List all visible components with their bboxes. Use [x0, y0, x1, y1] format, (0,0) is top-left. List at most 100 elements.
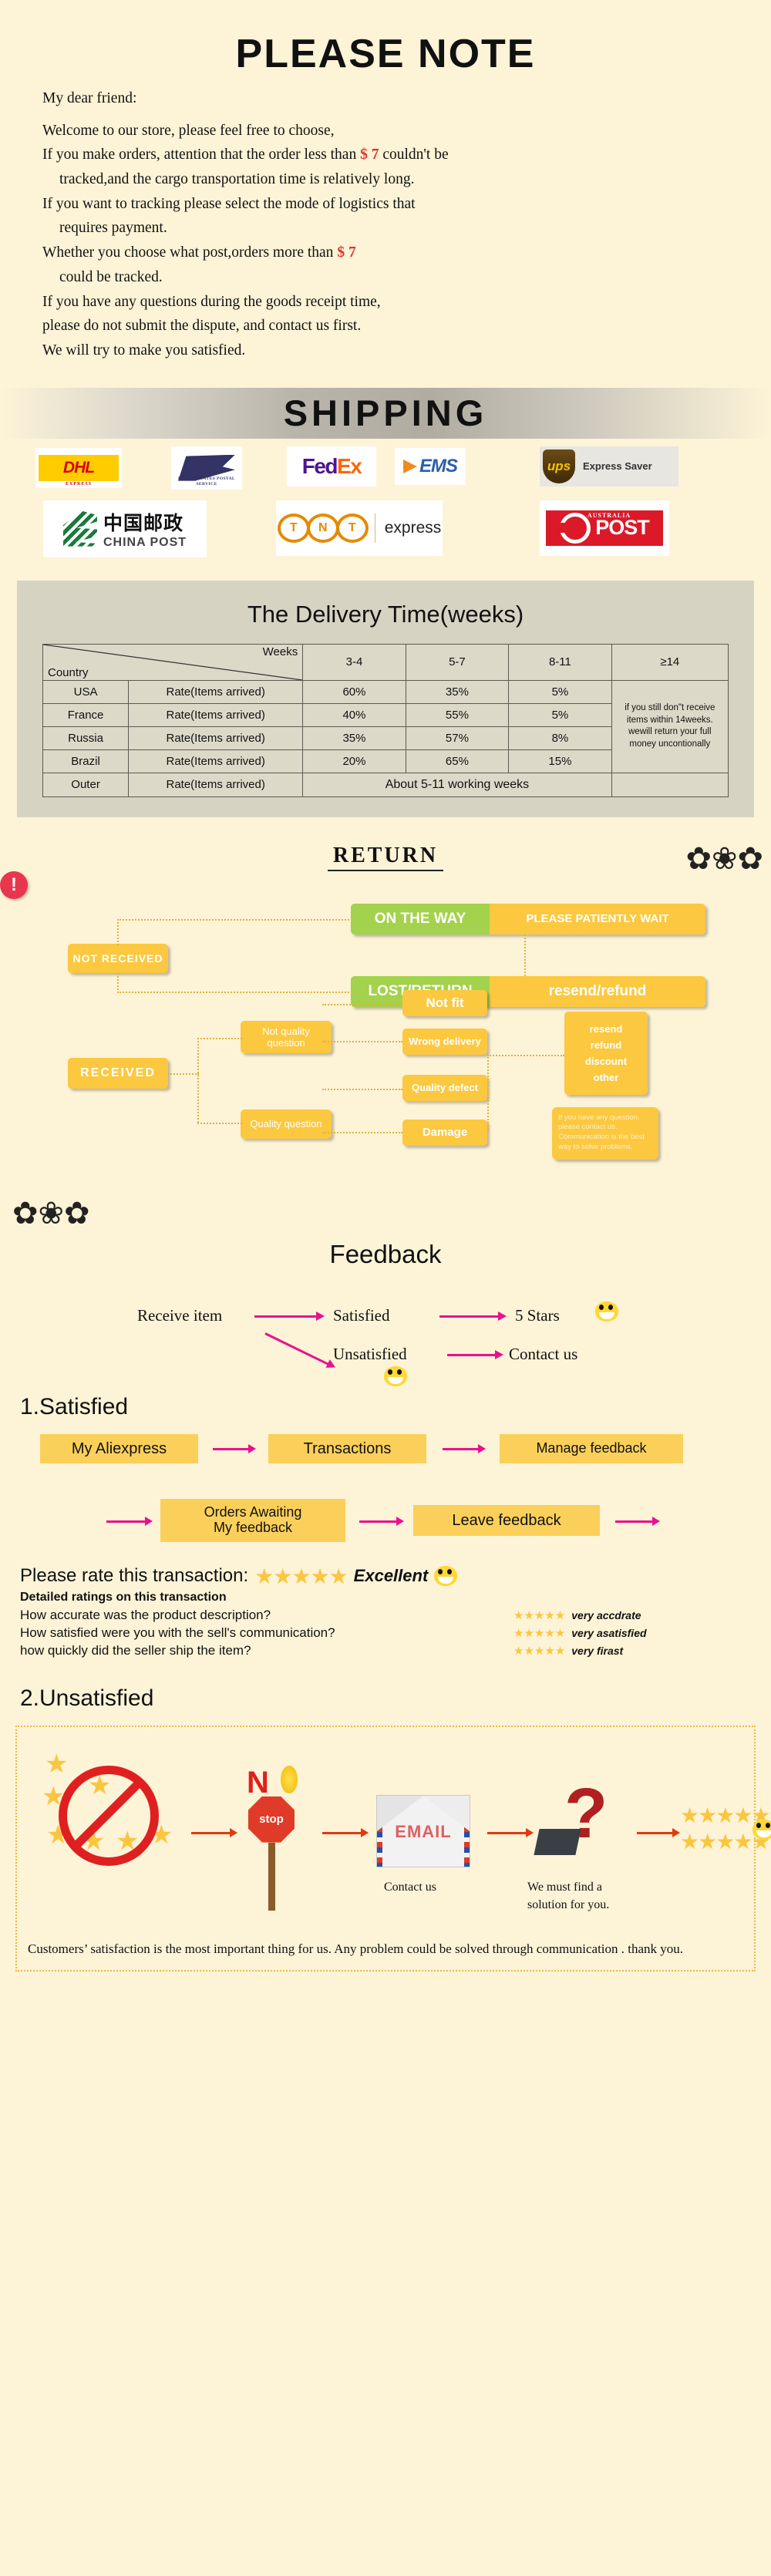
row-country-france: France: [42, 702, 130, 727]
smiley-excellent-icon: [434, 1566, 458, 1587]
ups-shield-icon: ups: [543, 449, 575, 483]
connector-ontheway-lost: [524, 934, 526, 976]
prohibition-icon: [59, 1765, 159, 1866]
laptop-icon: [534, 1828, 581, 1855]
cell-usa-8-11: 5%: [508, 679, 612, 704]
rating-stars-3[interactable]: ★★★★★: [513, 1644, 565, 1658]
header-week-5-7: 5-7: [405, 643, 510, 681]
table-row: USA Rate(Items arrived) 60% 35% 5% if yo…: [42, 679, 729, 773]
rating-question-1: How accurate was the product description…: [20, 1607, 271, 1622]
note-line-2-tail: couldn't be: [382, 146, 449, 163]
arrow-u3: [487, 1827, 534, 1837]
cell-usa-3-4: 60%: [302, 679, 406, 704]
auspost-text: POST: [595, 516, 650, 540]
table-row: Outer Rate(Items arrived) About 5-11 wor…: [42, 772, 729, 797]
australia-post-logo-icon: AUSTRALIA POST: [540, 500, 669, 556]
connector-received-stub: [168, 1072, 199, 1075]
return-section: RETURN ✿❀✿ ✿❀✿ NOT RECEIVED ON THE WAY P…: [0, 836, 771, 1237]
connector-wrongdelivery: [322, 1040, 402, 1042]
auspost-sub: AUSTRALIA: [588, 511, 631, 519]
rating-stars-2[interactable]: ★★★★★: [513, 1626, 565, 1640]
please-note-section: PLEASE NOTE My dear friend: Welcome to o…: [0, 0, 771, 372]
feedback-section: Feedback Receive item Satisfied 5 Stars …: [0, 1240, 771, 1389]
cell-france-5-7: 55%: [405, 702, 510, 727]
feedback-unsatisfied: Unsatisfied: [333, 1344, 407, 1363]
row-country-usa: USA: [42, 679, 130, 704]
rating-label-3: very firast: [571, 1644, 624, 1657]
flow-received: RECEIVED: [68, 1057, 168, 1089]
exclamation-icon: !: [0, 870, 28, 899]
flow-not-fit-label: Not fit: [426, 995, 464, 1010]
china-post-cn: 中国邮政: [103, 511, 183, 534]
step-my-aliexpress[interactable]: My Aliexpress: [40, 1433, 198, 1463]
fedex-text-a: Fed: [301, 453, 338, 478]
connector-not-received-top: [117, 918, 352, 921]
arrow-2: [443, 1443, 486, 1453]
satisfied-row-1: My Aliexpress Transactions Manage feedba…: [0, 1433, 771, 1480]
ups-logo-icon: ups Express Saver: [540, 446, 678, 487]
email-envelope-icon: EMAIL: [376, 1794, 470, 1867]
step-leave-feedback[interactable]: Leave feedback: [413, 1504, 600, 1536]
tnt-ring-n-icon: N: [306, 513, 339, 543]
note-line-8: If you have any questions during the goo…: [42, 293, 381, 310]
header-week-3-4: 3-4: [302, 643, 406, 681]
flow-received-label: RECEIVED: [80, 1066, 156, 1079]
carrier-logos: DHL EXPRESS UNITED STATES POSTAL SERVICE…: [0, 443, 771, 567]
vine-decor-bottom-left-icon: ✿❀✿: [12, 1195, 90, 1231]
rating-row: how quickly did the seller ship the item…: [20, 1643, 771, 1658]
step-orders-awaiting-line1: Orders Awaiting: [204, 1504, 302, 1520]
ems-logo-icon: EMS: [395, 447, 466, 485]
note-line-2-text: If you make orders, attention that the o…: [42, 146, 357, 163]
flow-not-fit: Not fit: [402, 989, 487, 1016]
note-line-4: If you want to tracking please select th…: [42, 195, 416, 212]
satisfied-section: 1.Satisfied My Aliexpress Transactions M…: [0, 1394, 771, 1553]
unsatisfied-panel: ★ ★ ★ ★ ★ ★ ★ N stop EMAIL Contact us ? …: [15, 1725, 771, 1972]
header-week-8-11: 8-11: [508, 643, 612, 681]
row-country-brazil: Brazil: [42, 749, 130, 773]
tnt-sub: express: [384, 518, 442, 537]
rating-stars[interactable]: ★★★★★: [254, 1564, 348, 1589]
rating-prompt: Please rate this transaction:: [20, 1565, 249, 1587]
connector-received-vert: [197, 1037, 199, 1123]
flow-wrong-delivery: Wrong delivery: [402, 1028, 487, 1055]
note-line-9: please do not submit the dispute, and co…: [42, 318, 362, 335]
caption-contact-us: Contact us: [384, 1880, 436, 1894]
connector-notfit: [322, 1003, 402, 1005]
tnt-logo-icon: T N T express: [276, 500, 443, 556]
row-rate-outer: Rate(Items arrived): [128, 772, 304, 797]
flow-wrong-delivery-label: Wrong delivery: [409, 1035, 481, 1048]
outcome-resend: resend: [589, 1022, 623, 1035]
fedex-text-b: Ex: [337, 453, 362, 478]
page-title: PLEASE NOTE: [235, 32, 536, 76]
note-line-3: tracked,and the cargo transportation tim…: [59, 171, 415, 188]
note-line-1: Welcome to our store, please feel free t…: [42, 122, 335, 139]
row-rate-france: Rate(Items arrived): [128, 702, 304, 727]
rating-stars-1[interactable]: ★★★★★: [513, 1608, 565, 1622]
delivery-title: The Delivery Time(weeks): [247, 600, 524, 628]
connector-received-top: [197, 1037, 242, 1039]
flow-not-received: NOT RECEIVED: [68, 943, 168, 973]
usps-logo-icon: UNITED STATES POSTAL SERVICE: [171, 446, 242, 490]
no-letter: N: [247, 1765, 269, 1800]
tnt-ring-t1-icon: T: [277, 513, 310, 543]
flow-not-received-label: NOT RECEIVED: [72, 951, 163, 965]
feedback-title: Feedback: [329, 1239, 442, 1268]
step-transactions[interactable]: Transactions: [268, 1433, 426, 1463]
step-orders-awaiting-line2: My feedback: [213, 1519, 293, 1535]
rating-label-2: very asatisfied: [571, 1626, 647, 1639]
step-manage-feedback[interactable]: Manage feedback: [500, 1433, 683, 1463]
auspost-circle-icon: [560, 512, 591, 544]
delivery-time-table: Weeks Country 3-4 5-7 8-11 ≥14 USA Rate(…: [42, 643, 729, 797]
arrow-receive-to-unsatisfied: [264, 1332, 330, 1365]
product-description-page: PLEASE NOTE My dear friend: Welcome to o…: [0, 0, 771, 1985]
arrow-3: [106, 1516, 153, 1526]
arrow-satisfied-to-stars: [439, 1311, 507, 1321]
note-line-7: could be tracked.: [59, 268, 163, 285]
stop-sign-pole: [268, 1842, 275, 1911]
connector-not-received-bottom: [117, 991, 352, 993]
smiley-sad-icon: [384, 1365, 407, 1386]
arrow-5: [615, 1516, 660, 1526]
note-line-10: We will try to make you satisfied.: [42, 342, 246, 359]
step-orders-awaiting[interactable]: Orders Awaiting My feedback: [160, 1498, 345, 1542]
dhl-logo-icon: DHL EXPRESS: [35, 447, 122, 488]
